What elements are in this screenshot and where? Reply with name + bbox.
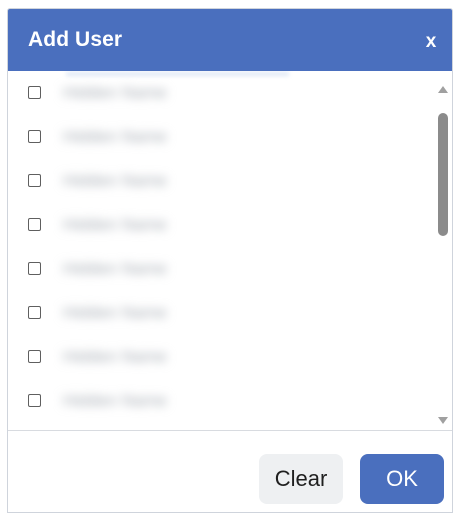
checkbox-icon[interactable]: [28, 86, 41, 99]
close-button[interactable]: x: [421, 31, 441, 53]
checkbox-icon[interactable]: [28, 218, 41, 231]
list-item[interactable]: Hidden Name: [8, 291, 452, 335]
checkbox-icon[interactable]: [28, 394, 41, 407]
user-name: Hidden Name: [63, 83, 167, 102]
dialog-footer: Clear OK: [8, 431, 452, 512]
user-name: Hidden Name: [63, 215, 167, 234]
user-name: Hidden Name: [63, 303, 167, 322]
scroll-down-icon[interactable]: [438, 417, 448, 424]
user-list: Hidden Name Hidden Name Hidden Name Hidd…: [8, 71, 452, 431]
user-name: Hidden Name: [63, 259, 167, 278]
list-item[interactable]: Hidden Name: [8, 335, 452, 379]
checkbox-icon[interactable]: [28, 262, 41, 275]
checkbox-icon[interactable]: [28, 174, 41, 187]
user-name: Hidden Name: [63, 391, 167, 410]
list-item[interactable]: Hidden Name: [8, 159, 452, 203]
list-item[interactable]: Hidden Name: [8, 71, 452, 115]
list-item[interactable]: Hidden Name: [8, 247, 452, 291]
scroll-up-icon[interactable]: [438, 86, 448, 93]
user-name: Hidden Name: [63, 347, 167, 366]
list-item[interactable]: Hidden Name: [8, 203, 452, 247]
user-name: Hidden Name: [63, 171, 167, 190]
vertical-scrollbar[interactable]: [434, 71, 452, 430]
checkbox-icon[interactable]: [28, 306, 41, 319]
list-item[interactable]: Hidden Name: [8, 379, 452, 423]
checkbox-icon[interactable]: [28, 350, 41, 363]
checkbox-icon[interactable]: [28, 130, 41, 143]
dialog-header: Add User x: [8, 9, 452, 71]
add-user-dialog: Add User x Hidden Name Hidden Name Hidde…: [7, 8, 453, 513]
dialog-title: Add User: [28, 28, 123, 51]
clear-button[interactable]: Clear: [259, 454, 343, 504]
user-name: Hidden Name: [63, 127, 167, 146]
scrollbar-thumb[interactable]: [438, 113, 448, 236]
list-item[interactable]: Hidden Name: [8, 115, 452, 159]
ok-button[interactable]: OK: [360, 454, 444, 504]
close-icon: x: [425, 31, 437, 52]
